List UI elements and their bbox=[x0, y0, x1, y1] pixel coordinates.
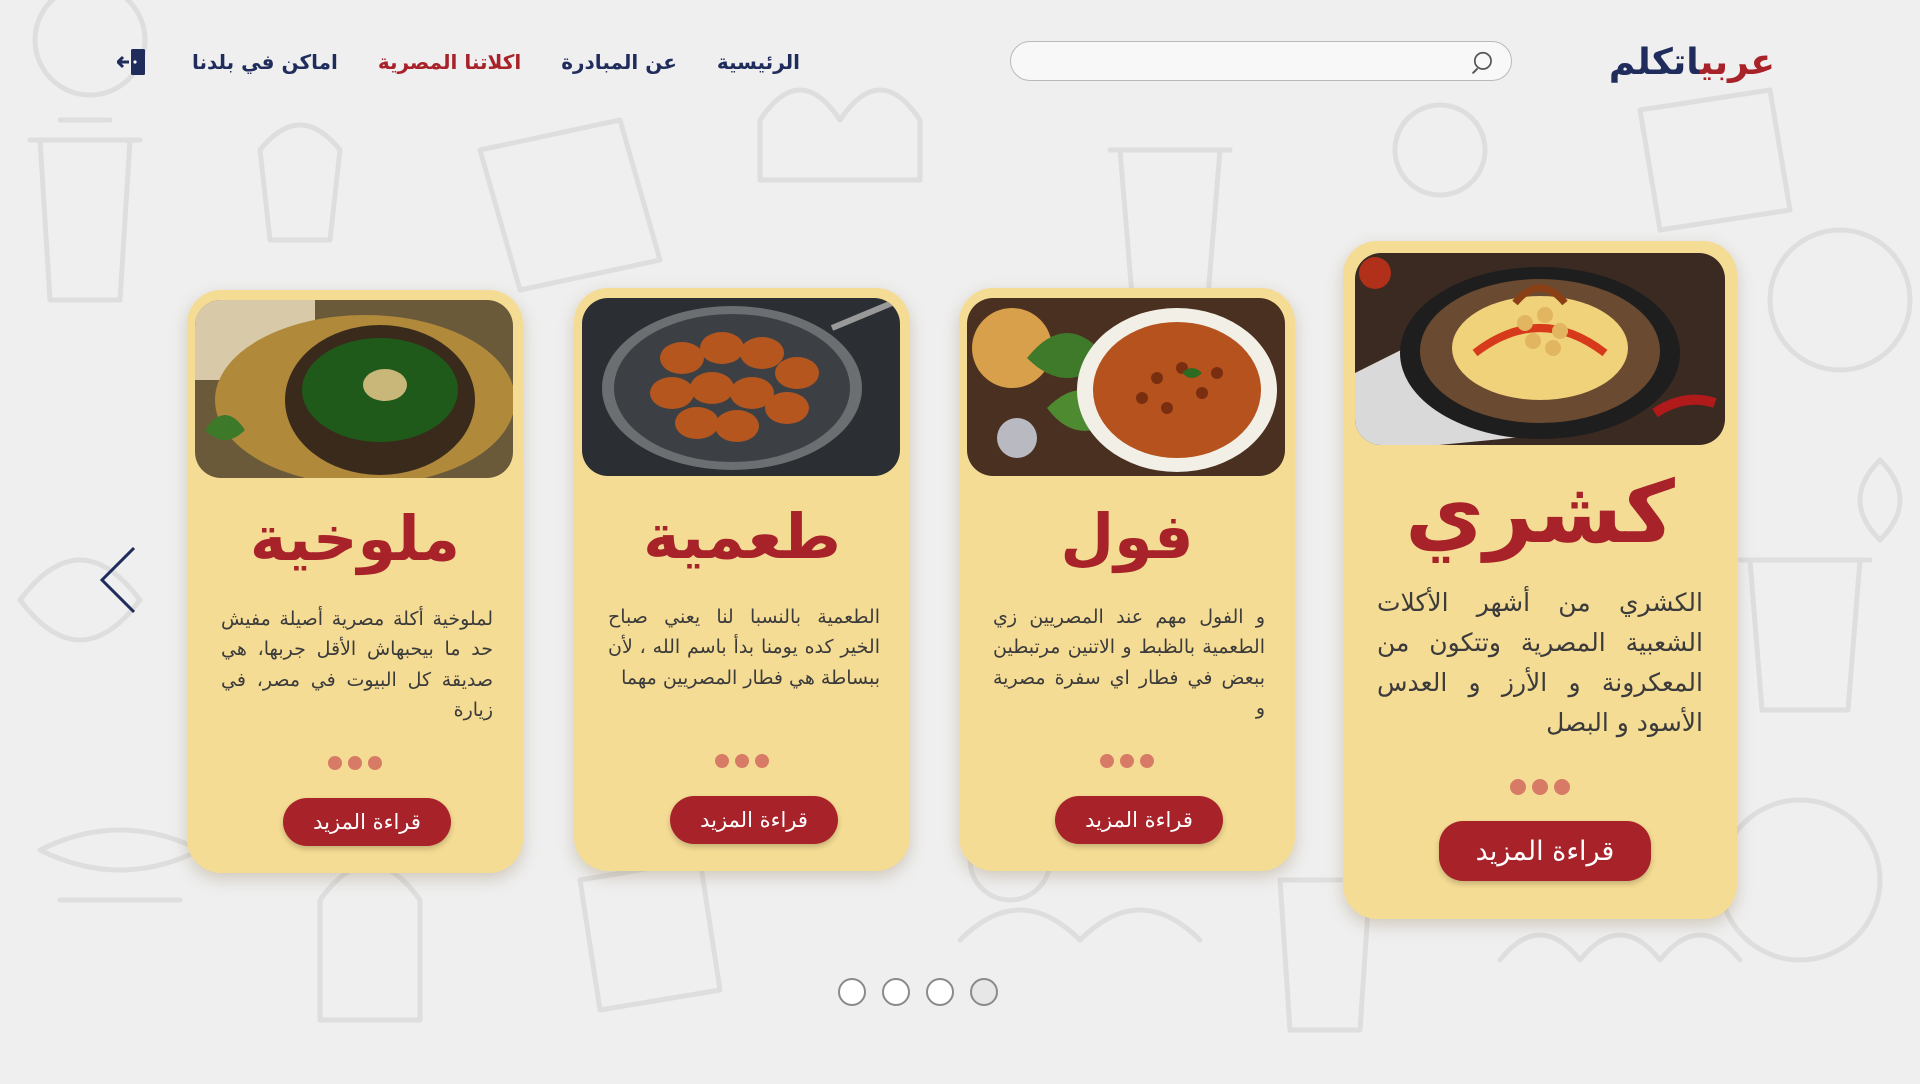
read-more-button[interactable]: قراءة المزيد bbox=[283, 798, 451, 846]
logo-main: اتكلم bbox=[1608, 42, 1700, 83]
carousel-pager bbox=[838, 978, 998, 1006]
food-card-koshary: كشري الكشري من أشهر الأكلات الشعبية المص… bbox=[1343, 241, 1737, 919]
card-title: ملوخية bbox=[249, 502, 461, 575]
nav-home[interactable]: الرئيسية bbox=[717, 50, 800, 74]
card-description: الكشري من أشهر الأكلات الشعبية المصرية و… bbox=[1377, 588, 1703, 737]
nav-egyptian-food[interactable]: اكلاتنا المصرية bbox=[378, 50, 521, 74]
card-dots bbox=[959, 754, 1295, 768]
search-bar bbox=[1010, 41, 1512, 81]
card-description: و الفول مهم عند المصريين زي الطعمية بالظ… bbox=[993, 606, 1265, 720]
food-card-taameya: طعمية الطعمية بالنسبا لنا يعني صباح الخي… bbox=[574, 288, 910, 871]
card-dots bbox=[1343, 779, 1737, 795]
card-description: لملوخية أكلة مصرية أصيلة مفيش حد ما بيحب… bbox=[221, 608, 493, 722]
nav-about[interactable]: عن المبادرة bbox=[561, 50, 677, 74]
card-dots bbox=[574, 754, 910, 768]
taameya-photo bbox=[582, 298, 900, 476]
search-input[interactable] bbox=[1027, 46, 1471, 78]
card-title: طعمية bbox=[643, 500, 841, 573]
molokhia-photo bbox=[195, 300, 513, 478]
foul-photo bbox=[967, 298, 1285, 476]
read-more-button[interactable]: قراءة المزيد bbox=[1439, 821, 1651, 881]
read-more-button[interactable]: قراءة المزيد bbox=[670, 796, 838, 844]
logo-accent: عربي bbox=[1699, 42, 1775, 83]
chevron-left-icon[interactable] bbox=[98, 544, 140, 616]
pager-dot[interactable] bbox=[838, 978, 866, 1006]
food-card-molokhia: ملوخية لملوخية أكلة مصرية أصيلة مفيش حد … bbox=[187, 290, 523, 873]
card-title: كشري bbox=[1405, 463, 1675, 563]
koshary-photo bbox=[1355, 253, 1725, 445]
read-more-button[interactable]: قراءة المزيد bbox=[1055, 796, 1223, 844]
pager-dot[interactable] bbox=[926, 978, 954, 1006]
nav-places[interactable]: اماكن في بلدنا bbox=[192, 50, 338, 74]
site-logo[interactable]: عربياتكلم bbox=[1585, 38, 1775, 88]
search-icon[interactable] bbox=[1471, 49, 1497, 75]
logout-icon[interactable] bbox=[117, 46, 149, 78]
food-card-foul: فول و الفول مهم عند المصريين زي الطعمية … bbox=[959, 288, 1295, 871]
main-nav: الرئيسية عن المبادرة اكلاتنا المصرية اما… bbox=[180, 42, 800, 82]
pager-dot[interactable] bbox=[970, 978, 998, 1006]
card-description: الطعمية بالنسبا لنا يعني صباح الخير كده … bbox=[608, 606, 880, 689]
pager-dot[interactable] bbox=[882, 978, 910, 1006]
card-dots bbox=[187, 756, 523, 770]
card-title: فول bbox=[1060, 500, 1194, 573]
